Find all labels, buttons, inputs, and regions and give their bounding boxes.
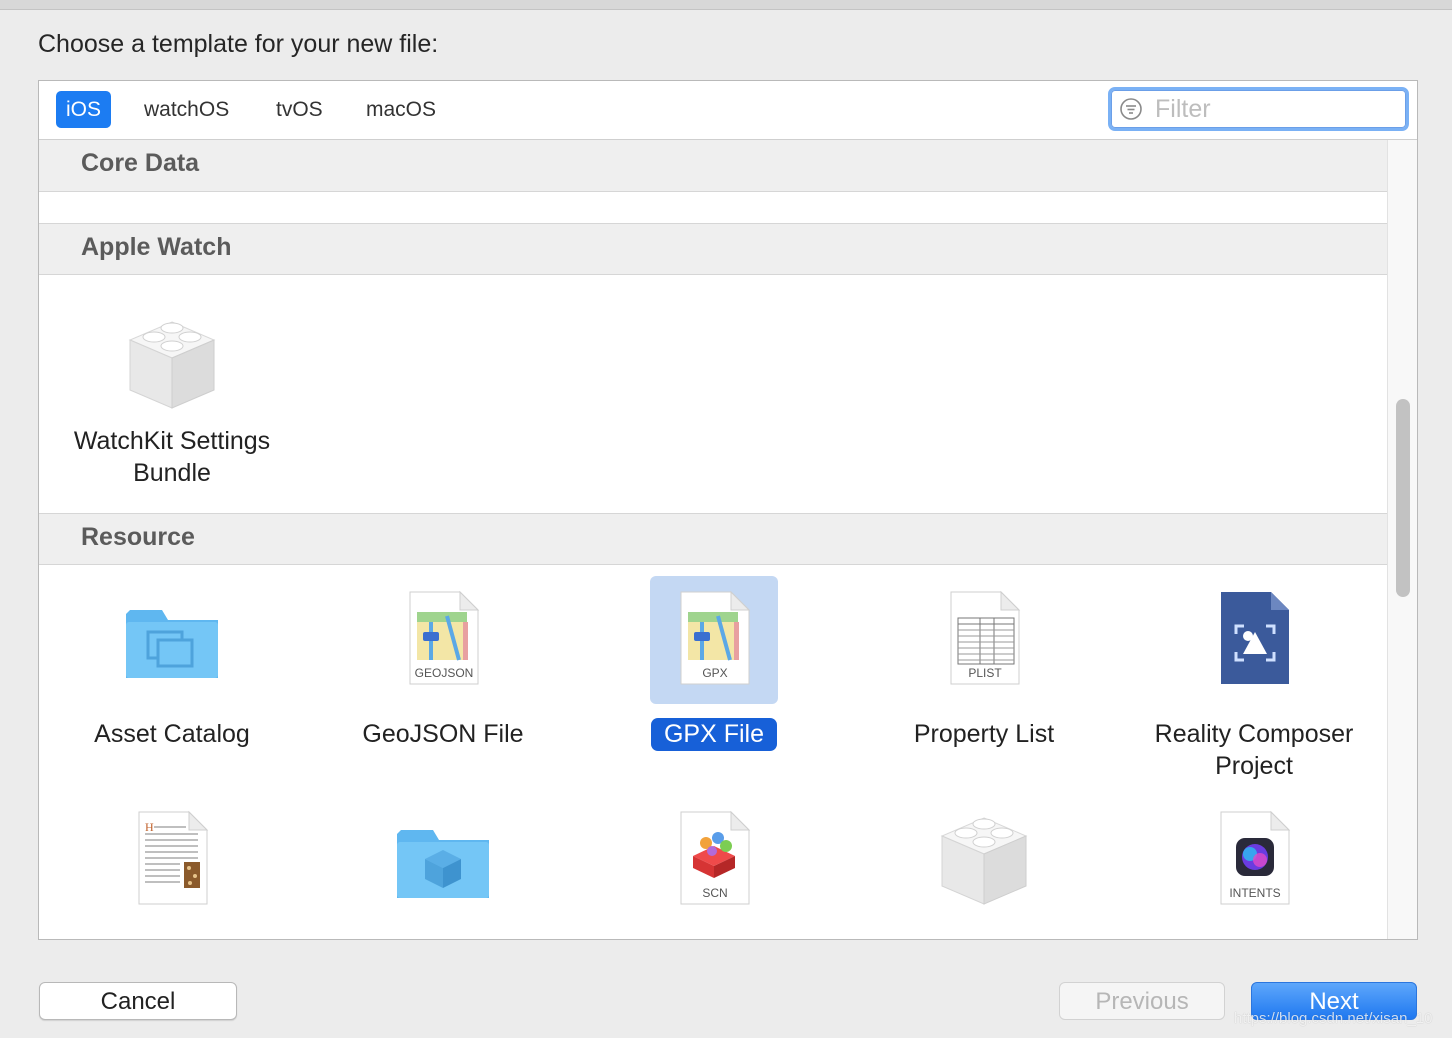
template-asset-catalog[interactable]: Asset Catalog (39, 576, 307, 776)
window-top-edge (0, 0, 1452, 10)
watermark: https://blog.csdn.net/xisan_10 (1234, 1010, 1433, 1027)
platform-tabbar: iOS watchOS tvOS macOS Filter (39, 81, 1417, 140)
svg-text:GEOJSON: GEOJSON (415, 666, 474, 680)
svg-text:INTENTS: INTENTS (1229, 886, 1280, 900)
section-header-apple-watch: Apple Watch (39, 223, 1387, 275)
section-title: Core Data (81, 149, 200, 177)
section-title: Apple Watch (81, 233, 232, 261)
template-geojson-file[interactable]: GEOJSON GeoJSON File (308, 576, 578, 776)
svg-text:PLIST: PLIST (968, 666, 1002, 680)
template-label: GeoJSON File (362, 720, 524, 748)
tab-watchos[interactable]: watchOS (134, 91, 239, 128)
reality-composer-icon (1190, 576, 1318, 704)
map-document-icon: GEOJSON (379, 576, 507, 704)
section-title: Resource (81, 523, 195, 551)
template-panel: iOS watchOS tvOS macOS Filter Core Data … (38, 80, 1418, 940)
filter-field[interactable]: Filter (1108, 87, 1409, 131)
siri-intents-icon: INTENTS (1190, 796, 1318, 924)
template-rich-text-file[interactable]: H (39, 796, 307, 939)
template-reality-composer-project[interactable]: Reality Composer Project (1119, 576, 1389, 780)
section-header-core-data: Core Data (39, 140, 1387, 192)
plist-document-icon: PLIST (920, 576, 1048, 704)
svg-text:GPX: GPX (702, 666, 727, 680)
filter-placeholder: Filter (1155, 95, 1211, 123)
template-scenekit-catalog[interactable] (308, 796, 578, 939)
template-label: WatchKit Settings Bundle (73, 427, 271, 487)
tab-macos[interactable]: macOS (356, 91, 446, 128)
map-document-icon: GPX (650, 576, 778, 704)
template-label: Reality Composer Project (1154, 720, 1354, 780)
previous-button[interactable]: Previous (1059, 982, 1225, 1020)
scenekit-document-icon: SCN (650, 796, 778, 924)
rich-text-document-icon: H (108, 796, 236, 924)
template-gpx-file[interactable]: GPX GPX File (579, 576, 849, 776)
template-siri-intent-definition[interactable]: INTENTS (1119, 796, 1389, 939)
cancel-button[interactable]: Cancel (39, 982, 237, 1020)
section-header-resource: Resource (39, 513, 1387, 565)
svg-text:H: H (145, 820, 154, 834)
template-label: GPX File (579, 718, 849, 751)
template-property-list[interactable]: PLIST Property List (849, 576, 1119, 776)
tab-tvos[interactable]: tvOS (266, 91, 333, 128)
scenekit-folder-icon (379, 796, 507, 924)
template-label: Property List (913, 720, 1055, 748)
template-list: Core Data Apple Watch WatchKit Settings (39, 140, 1387, 939)
tab-ios[interactable]: iOS (56, 91, 112, 128)
lego-brick-icon (920, 796, 1048, 924)
lego-brick-icon (108, 300, 236, 428)
filter-icon (1120, 98, 1142, 120)
folder-icon (108, 576, 236, 704)
template-settings-bundle[interactable] (849, 796, 1119, 939)
svg-text:SCN: SCN (702, 886, 727, 900)
scrollbar-thumb[interactable] (1396, 399, 1410, 597)
dialog-title: Choose a template for your new file: (38, 30, 439, 58)
template-watchkit-settings-bundle[interactable]: WatchKit Settings Bundle (39, 300, 307, 500)
template-scenekit-scene-file[interactable]: SCN (579, 796, 849, 939)
template-label: Asset Catalog (94, 720, 250, 748)
